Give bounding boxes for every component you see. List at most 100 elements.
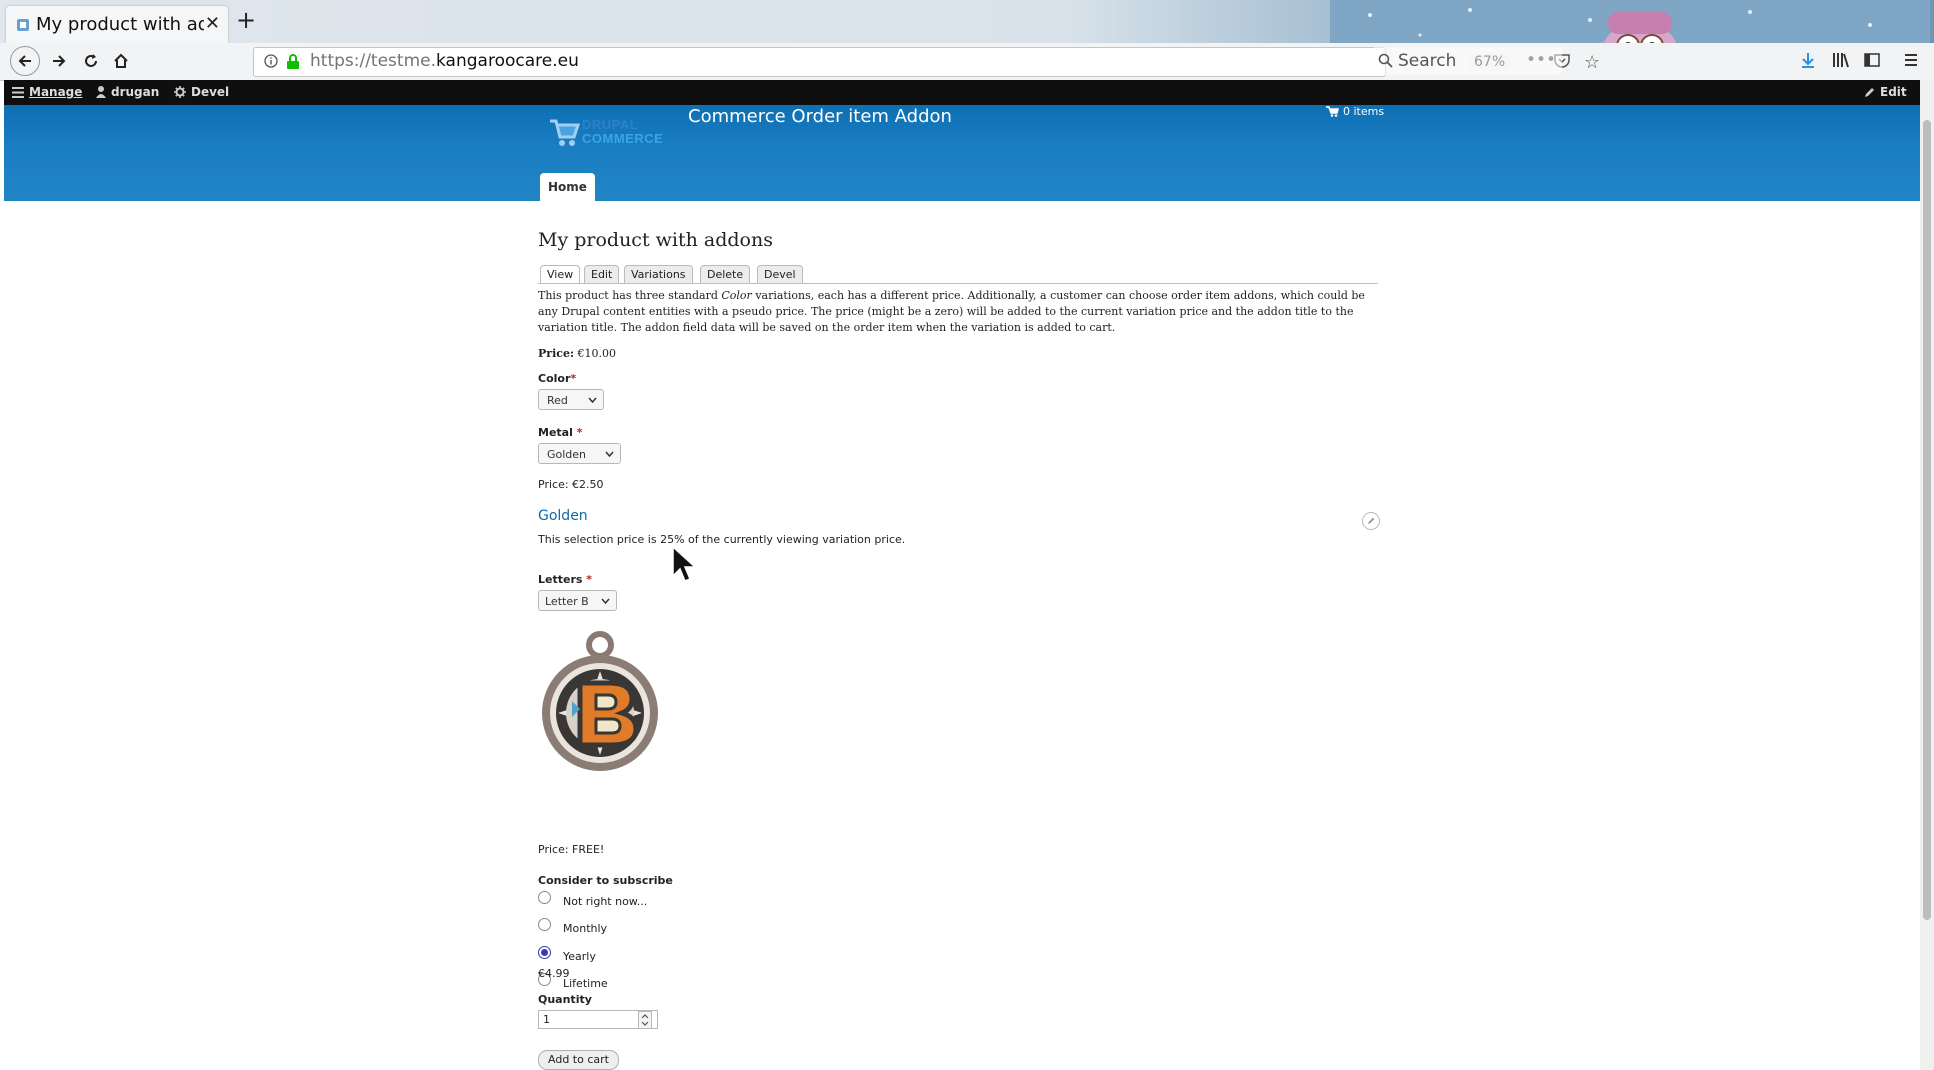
hamburger-icon — [12, 86, 24, 98]
metal-price-note: This selection price is 25% of the curre… — [538, 533, 906, 546]
pencil-icon — [1865, 87, 1874, 97]
downloads-icon[interactable] — [1800, 52, 1816, 68]
add-to-cart-button[interactable]: Add to cart — [538, 1050, 619, 1070]
metal-price: Price: €2.50 — [538, 478, 604, 491]
user-icon — [96, 86, 106, 98]
chevron-down-icon — [605, 451, 614, 458]
contextual-edit-button[interactable] — [1362, 512, 1380, 530]
url-bar[interactable]: https://testme.kangaroocare.eu 67% ••• ☆ — [253, 47, 1600, 77]
logo-line-1: DRUPAL — [582, 117, 639, 132]
letters-select[interactable]: Letter B — [538, 590, 617, 611]
cart-logo-icon — [550, 119, 580, 146]
toolbar-manage-label: Manage — [29, 85, 83, 99]
toolbar-devel[interactable]: Devel — [174, 85, 229, 99]
site-name[interactable]: Commerce Order item Addon — [688, 106, 952, 127]
lock-icon[interactable] — [286, 54, 300, 70]
sidebar-icon[interactable] — [1864, 52, 1880, 68]
bookmark-star-icon[interactable]: ☆ — [1584, 52, 1600, 73]
letters-price: Price: FREE! — [538, 843, 605, 856]
tab-title: My product with ad — [36, 14, 204, 35]
radio-label: Yearly — [563, 950, 596, 963]
reload-button[interactable] — [78, 48, 104, 74]
local-tasks: View Edit Variations Delete Devel — [538, 261, 1378, 284]
browser-tab[interactable]: My product with ad ✕ — [6, 6, 228, 43]
favicon-icon — [17, 19, 29, 31]
tab-delete[interactable]: Delete — [700, 265, 751, 283]
url-text[interactable]: https://testme.kangaroocare.eu — [310, 51, 579, 71]
metal-label: Metal * — [538, 426, 582, 439]
toolbar-user-label: drugan — [111, 85, 160, 99]
required-marker: * — [576, 426, 583, 439]
required-marker: * — [570, 372, 577, 385]
logo-line-2: COMMERCE — [582, 131, 664, 146]
radio-label: Lifetime — [563, 977, 608, 990]
product-description: This product has three standard Color va… — [538, 288, 1383, 336]
reload-icon — [85, 54, 97, 67]
toolbar-edit-label: Edit — [1880, 85, 1907, 99]
color-select[interactable]: Red — [538, 389, 604, 410]
admin-toolbar: Manage drugan Devel Edit — [4, 80, 1920, 105]
tab-devel[interactable]: Devel — [757, 265, 803, 283]
description-emphasis: Color — [721, 289, 752, 302]
radio-button[interactable] — [538, 891, 551, 904]
nav-home-label: Home — [548, 180, 587, 194]
nav-home[interactable]: Home — [540, 173, 595, 201]
page-title: My product with addons — [538, 229, 773, 251]
library-icon[interactable] — [1832, 52, 1850, 68]
toolbar-edit[interactable]: Edit — [1864, 85, 1907, 99]
letter-b-pendant-image — [542, 631, 658, 771]
radio-button-selected[interactable] — [538, 946, 551, 959]
navigation-bar: https://testme.kangaroocare.eu 67% ••• ☆… — [0, 43, 1934, 81]
metal-addon-link[interactable]: Golden — [538, 508, 588, 524]
tab-view[interactable]: View — [540, 265, 581, 283]
cart-block[interactable]: 0 items — [1326, 105, 1384, 118]
letters-label-text: Letters — [538, 573, 583, 586]
scrollbar-thumb[interactable] — [1923, 120, 1931, 920]
forward-arrow-icon — [53, 55, 66, 67]
toolbar-devel-label: Devel — [191, 85, 230, 99]
url-host: kangaroocare.eu — [436, 51, 579, 71]
new-tab-icon[interactable]: + — [236, 6, 256, 34]
color-select-value: Red — [547, 394, 568, 407]
search-bar[interactable]: Search — [1372, 47, 1562, 75]
tab-edit[interactable]: Edit — [584, 265, 620, 283]
radio-label: Monthly — [563, 922, 608, 935]
toolbar-manage[interactable]: Manage — [12, 85, 82, 99]
url-prefix: https://testme. — [310, 51, 437, 71]
radio-button[interactable] — [538, 918, 551, 931]
tab-variations[interactable]: Variations — [624, 265, 693, 283]
required-marker: * — [586, 573, 593, 586]
radio-label: Not right now... — [563, 895, 648, 908]
info-icon[interactable] — [264, 54, 278, 68]
color-label-text: Color — [538, 372, 571, 385]
site-logo[interactable]: DRUPAL COMMERCE — [548, 111, 668, 151]
browser-chrome: My product with ad ✕ + https://testme.ka… — [0, 0, 1934, 81]
letters-label: Letters * — [538, 573, 592, 586]
toolbar-user[interactable]: drugan — [96, 85, 159, 99]
mouse-cursor-icon — [672, 546, 697, 582]
back-button[interactable] — [10, 46, 40, 76]
subscribe-price: €4.99 — [538, 967, 570, 980]
metal-select[interactable]: Golden — [538, 443, 621, 464]
search-icon — [1378, 53, 1393, 68]
subscribe-label: Consider to subscribe — [538, 874, 673, 887]
page-scrollbar[interactable] — [1920, 80, 1934, 1070]
description-text-1: This product has three standard — [538, 289, 722, 302]
forward-button[interactable] — [46, 48, 72, 74]
price-label: Price: — [538, 347, 575, 360]
cart-icon — [1326, 106, 1339, 117]
pencil-icon — [1368, 517, 1375, 524]
gear-icon — [174, 86, 186, 98]
close-tab-icon[interactable]: ✕ — [205, 13, 220, 34]
cart-count: 0 items — [1343, 105, 1385, 118]
search-placeholder: Search — [1398, 51, 1457, 71]
quantity-label: Quantity — [538, 993, 592, 1006]
quantity-stepper-icon[interactable] — [638, 1011, 652, 1029]
home-button[interactable] — [108, 48, 134, 74]
metal-label-text: Metal — [538, 426, 573, 439]
product-price: Price: €10.00 — [538, 347, 616, 360]
menu-icon[interactable] — [1904, 52, 1918, 68]
back-arrow-icon — [18, 55, 31, 67]
tab-strip: My product with ad ✕ + — [0, 0, 1934, 79]
site-header: DRUPAL COMMERCE Commerce Order item Addo… — [4, 105, 1920, 201]
